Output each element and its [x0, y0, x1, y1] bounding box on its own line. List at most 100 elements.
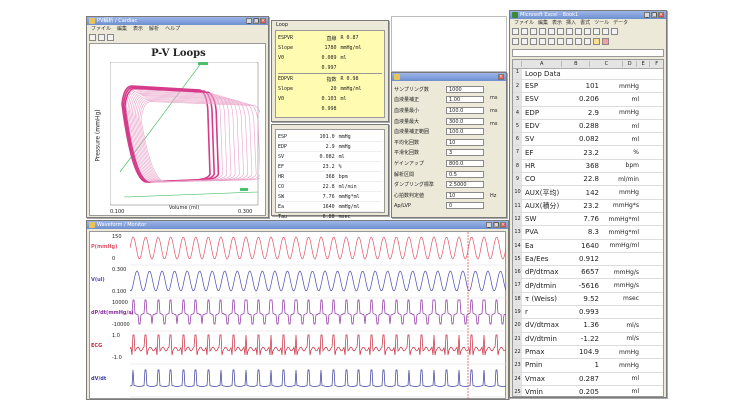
merge-icon[interactable]	[566, 38, 573, 45]
param-unit-cell[interactable]: %	[599, 149, 639, 156]
print-icon[interactable]	[539, 28, 546, 35]
param-name-cell[interactable]: r	[522, 308, 569, 316]
setting-input[interactable]: 300.0	[446, 117, 484, 125]
row-number[interactable]: 15	[513, 252, 522, 266]
row-number[interactable]: 24	[513, 372, 522, 385]
zoom-icon[interactable]	[611, 28, 618, 35]
pv-window-titlebar[interactable]: PV解析 / Cardiac _ □ ×	[87, 17, 268, 25]
row-number[interactable]: 9	[513, 173, 522, 186]
align-left-icon[interactable]	[539, 38, 546, 45]
menu-file[interactable]: ファイル	[91, 26, 111, 33]
param-value-cell[interactable]: -1.22	[569, 335, 599, 343]
param-value-cell[interactable]: 23.2	[569, 202, 599, 210]
row-number[interactable]: 20	[513, 319, 522, 332]
column-header[interactable]: F	[649, 61, 663, 67]
setting-input[interactable]: 100.0	[446, 128, 484, 136]
settings-titlebar[interactable]: ×	[392, 73, 506, 81]
param-unit-cell[interactable]: bpm	[599, 162, 639, 169]
param-unit-cell[interactable]: mmHg	[599, 362, 639, 369]
excel-menu-format[interactable]: 書式	[580, 20, 590, 27]
loop-data-header[interactable]: Loop Data	[522, 70, 561, 78]
minimize-icon[interactable]: _	[644, 12, 650, 18]
param-unit-cell[interactable]: msec	[599, 295, 639, 302]
cut-icon[interactable]	[548, 28, 555, 35]
close-icon[interactable]: ×	[498, 74, 504, 80]
param-name-cell[interactable]: EDV	[522, 122, 569, 130]
param-value-cell[interactable]: 9.52	[569, 295, 599, 303]
param-value-cell[interactable]: 1640	[569, 242, 599, 250]
param-name-cell[interactable]: Vmin	[522, 388, 569, 396]
param-unit-cell[interactable]: ml	[599, 123, 639, 130]
param-name-cell[interactable]: SW	[522, 215, 569, 223]
open-icon[interactable]	[89, 34, 96, 41]
font-color-icon[interactable]	[602, 38, 609, 45]
param-name-cell[interactable]: AUX(積分)	[522, 201, 569, 211]
excel-menu-file[interactable]: ファイル	[514, 20, 534, 27]
row-number[interactable]: 8	[513, 159, 522, 173]
menu-analysis[interactable]: 解析	[149, 26, 159, 33]
row-number[interactable]: 18	[513, 292, 522, 306]
minimize-icon[interactable]: _	[486, 222, 492, 228]
setting-input[interactable]: 0	[446, 202, 484, 210]
row-number[interactable]: 2	[513, 80, 522, 93]
row-number[interactable]: 13	[513, 226, 522, 239]
save-icon[interactable]	[98, 34, 105, 41]
param-value-cell[interactable]: -5616	[569, 282, 599, 290]
param-unit-cell[interactable]: ml/s	[599, 335, 639, 342]
param-unit-cell[interactable]: mmHg/s	[599, 269, 639, 276]
setting-input[interactable]: 100.0	[446, 106, 484, 114]
param-unit-cell[interactable]: mmHg/ml	[599, 242, 639, 249]
param-unit-cell[interactable]: ml	[599, 388, 639, 395]
param-value-cell[interactable]: 22.8	[569, 175, 599, 183]
param-name-cell[interactable]: HR	[522, 162, 569, 170]
column-header[interactable]: C	[589, 61, 622, 67]
menu-help[interactable]: ヘルプ	[165, 26, 180, 33]
excel-menu-tools[interactable]: ツール	[594, 20, 609, 27]
param-name-cell[interactable]: dP/dtmin	[522, 282, 569, 290]
param-name-cell[interactable]: dV/dtmin	[522, 335, 569, 343]
param-name-cell[interactable]: τ (Weiss)	[522, 295, 569, 303]
excel-menu-insert[interactable]: 挿入	[566, 20, 576, 27]
param-name-cell[interactable]: Pmin	[522, 361, 569, 369]
new-icon[interactable]	[512, 28, 519, 35]
param-value-cell[interactable]: 0.206	[569, 95, 599, 103]
column-header[interactable]: D	[622, 61, 636, 67]
paste-icon[interactable]	[566, 28, 573, 35]
column-header[interactable]: B	[561, 61, 589, 67]
param-value-cell[interactable]: 0.205	[569, 388, 599, 396]
param-value-cell[interactable]: 0.912	[569, 255, 599, 263]
column-header[interactable]: E	[635, 61, 650, 67]
underline-icon[interactable]	[530, 38, 537, 45]
row-number[interactable]: 5	[513, 119, 522, 133]
param-unit-cell[interactable]: mmHg/s	[599, 282, 639, 289]
setting-input[interactable]: 800.0	[446, 159, 484, 167]
copy-icon[interactable]	[557, 28, 564, 35]
setting-input[interactable]: 1.00	[446, 96, 484, 104]
param-name-cell[interactable]: EF	[522, 149, 569, 157]
param-name-cell[interactable]: ESP	[522, 82, 569, 90]
param-value-cell[interactable]: 2.9	[569, 109, 599, 117]
border-icon[interactable]	[584, 38, 591, 45]
italic-icon[interactable]	[521, 38, 528, 45]
maximize-icon[interactable]: □	[253, 18, 259, 24]
setting-input[interactable]: 10	[446, 191, 484, 199]
param-name-cell[interactable]: Ea/Ees	[522, 255, 569, 263]
param-name-cell[interactable]: EDP	[522, 109, 569, 117]
param-unit-cell[interactable]: ml/s	[599, 322, 639, 329]
param-value-cell[interactable]: 8.3	[569, 228, 599, 236]
sort-icon[interactable]	[593, 28, 600, 35]
param-name-cell[interactable]: dP/dtmax	[522, 268, 569, 276]
param-name-cell[interactable]: Vmax	[522, 375, 569, 383]
param-value-cell[interactable]: 6657	[569, 268, 599, 276]
excel-titlebar[interactable]: Microsoft Excel - Book1 _ □ ×	[510, 11, 666, 19]
open-icon[interactable]	[521, 28, 528, 35]
param-name-cell[interactable]: AUX(平均)	[522, 188, 569, 198]
row-number[interactable]: 7	[513, 146, 522, 159]
param-name-cell[interactable]: dV/dtmax	[522, 321, 569, 329]
param-value-cell[interactable]: 142	[569, 189, 599, 197]
excel-menu-view[interactable]: 表示	[552, 20, 562, 27]
minimize-icon[interactable]: _	[246, 18, 252, 24]
row-number[interactable]: 3	[513, 93, 522, 106]
row-number[interactable]: 21	[513, 332, 522, 345]
param-name-cell[interactable]: Ea	[522, 242, 569, 250]
